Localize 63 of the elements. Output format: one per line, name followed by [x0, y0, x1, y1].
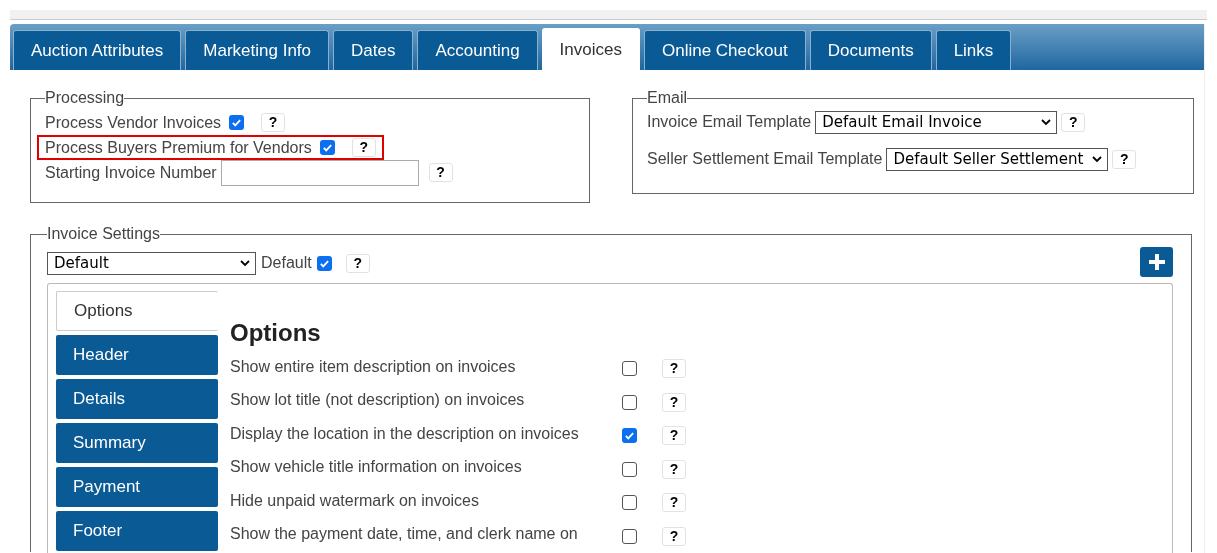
option-label: Display the location in the description on invoices [230, 423, 580, 444]
field-label: Seller Settlement Email Template [647, 149, 883, 169]
help-button[interactable]: ? [261, 113, 286, 132]
side-tab[interactable]: Header [56, 335, 218, 375]
checkbox[interactable] [622, 495, 637, 511]
group-legend: Processing [45, 86, 125, 110]
add-button[interactable] [1140, 247, 1173, 277]
option-label: Show vehicle title information on invoices [230, 457, 523, 478]
tab[interactable]: Online Checkout [643, 30, 806, 70]
side-tab[interactable]: Footer [56, 511, 218, 551]
help-button[interactable]: ? [1112, 149, 1137, 169]
settings-select[interactable]: Default [47, 251, 256, 275]
checkbox[interactable] [622, 528, 637, 544]
template-select[interactable]: Default Email Invoice [815, 110, 1058, 134]
help-button[interactable]: ? [428, 163, 453, 182]
chevron-down-icon [1040, 116, 1053, 128]
chevron-down-icon [239, 257, 251, 269]
input-field[interactable] [220, 159, 419, 186]
tab[interactable]: Dates [333, 30, 414, 70]
help-button[interactable]: ? [345, 253, 370, 273]
checkbox[interactable] [319, 140, 335, 155]
checkbox[interactable] [622, 428, 637, 444]
chevron-down-icon [1091, 153, 1104, 165]
help-button[interactable]: ? [351, 138, 376, 157]
side-tab[interactable]: Details [56, 379, 218, 419]
help-button[interactable]: ? [662, 392, 686, 412]
help-button[interactable]: ? [662, 426, 686, 446]
tab[interactable]: Auction Attributes [13, 30, 182, 70]
help-button[interactable]: ? [662, 493, 686, 513]
tab[interactable]: Marketing Info [185, 30, 330, 70]
checkbox[interactable] [622, 394, 637, 410]
option-label: Show entire item description on invoices [230, 356, 517, 377]
panel-title: Options [230, 318, 322, 348]
option-label: Hide unpaid watermark on invoices [230, 490, 480, 511]
help-button[interactable]: ? [662, 459, 686, 479]
group-legend: Email [647, 86, 687, 110]
side-tab[interactable]: Options [56, 291, 218, 331]
side-tab[interactable]: Summary [56, 423, 218, 463]
option-label: Show lot title (not description) on invoices [230, 390, 526, 411]
field-label: Starting Invoice Number [45, 162, 217, 183]
check-icon [231, 117, 243, 128]
template-select[interactable]: Default Seller Settlement [886, 147, 1109, 171]
tab[interactable]: Links [935, 30, 1012, 70]
help-button[interactable]: ? [1061, 112, 1086, 132]
plus-icon [1146, 252, 1167, 272]
checkbox[interactable] [622, 361, 637, 377]
check-icon [624, 430, 635, 442]
help-button[interactable]: ? [662, 526, 686, 546]
option-label: Show the payment date, time, and clerk name on [230, 524, 579, 545]
check-icon [321, 142, 333, 153]
group-legend: Invoice Settings [47, 222, 160, 246]
help-button[interactable]: ? [662, 359, 686, 379]
checkbox[interactable] [622, 461, 637, 477]
checkbox[interactable] [316, 255, 332, 271]
tab[interactable]: Accounting [417, 30, 538, 70]
tab[interactable]: Documents [809, 30, 932, 70]
side-tab[interactable]: Payment [56, 467, 218, 507]
checkbox[interactable] [229, 115, 245, 130]
field-label: Process Buyers Premium for Vendors [45, 137, 312, 158]
tab[interactable]: Invoices [541, 28, 640, 70]
field-label: Process Vendor Invoices [45, 112, 222, 133]
field-label: Invoice Email Template [647, 112, 812, 132]
field-label: Default [261, 253, 312, 273]
